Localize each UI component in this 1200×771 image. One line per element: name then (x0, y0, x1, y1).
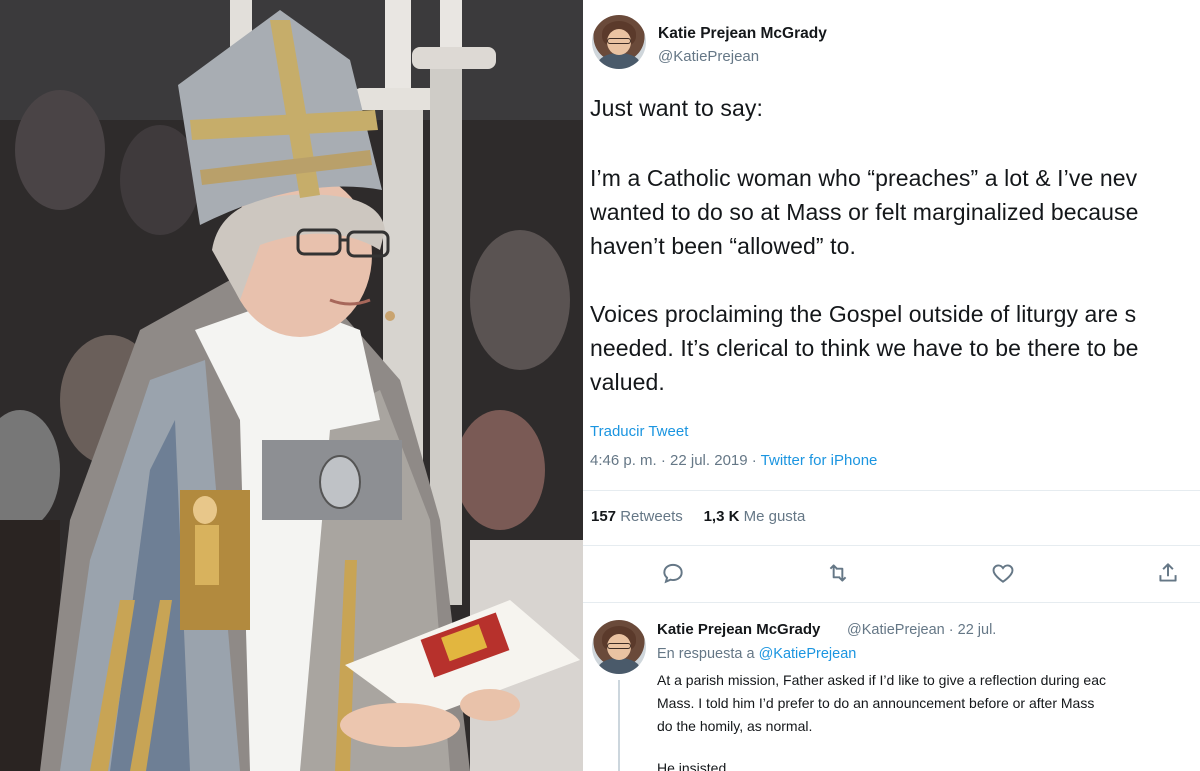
tweet-text-line: Just want to say: (590, 95, 763, 121)
tweet-text-line: wanted to do so at Mass or felt marginal… (590, 199, 1139, 225)
reply-author-name[interactable]: Katie Prejean McGrady (657, 621, 820, 638)
retweet-icon (829, 564, 847, 582)
in-reply-to: En respuesta a @KatiePrejean (657, 646, 856, 662)
reply-text-line: do the homily, as normal. (657, 718, 813, 734)
likes-stat[interactable]: 1,3 K Me gusta (704, 508, 806, 525)
timestamp-text[interactable]: 4:46 p. m. · 22 jul. 2019 · (590, 452, 761, 469)
divider (583, 490, 1200, 491)
tweet-text-line: I’m a Catholic woman who “preaches” a lo… (590, 165, 1138, 191)
reply-text-line: At a parish mission, Father asked if I’d… (657, 672, 1106, 688)
like-button[interactable] (990, 560, 1016, 586)
reply-text-line: Mass. I told him I’d prefer to do an ann… (657, 695, 1095, 711)
heart-icon (992, 564, 1014, 583)
thread-line (618, 680, 620, 771)
likes-count: 1,3 K (703, 508, 740, 525)
reply-button[interactable] (660, 560, 686, 586)
bishop-photo (0, 0, 583, 771)
bishop-photo-illustration (0, 0, 583, 771)
retweets-stat[interactable]: 157 Retweets (591, 508, 683, 525)
author-handle[interactable]: @KatiePrejean (658, 48, 759, 65)
share-icon (1159, 563, 1177, 582)
tweet-panel: Katie Prejean McGrady @KatiePrejean Just… (583, 0, 1200, 771)
translate-tweet-link[interactable]: Traducir Tweet (590, 423, 688, 440)
likes-label: Me gusta (743, 508, 806, 525)
tweet-text-line: needed. It’s clerical to think we have t… (590, 335, 1139, 361)
author-name[interactable]: Katie Prejean McGrady (658, 25, 827, 43)
tweet-text-line: Voices proclaiming the Gospel outside of… (590, 301, 1137, 327)
reply-author-avatar[interactable] (592, 620, 646, 674)
in-reply-prefix: En respuesta a (657, 646, 759, 662)
client-link[interactable]: Twitter for iPhone (761, 452, 878, 469)
divider (583, 602, 1200, 603)
reply-icon (663, 563, 683, 584)
reply-author-handle-date[interactable]: @KatiePrejean · 22 jul. (847, 622, 996, 638)
in-reply-handle-link[interactable]: @KatiePrejean (759, 646, 857, 662)
divider (583, 545, 1200, 546)
reply-text-line: He insisted. (657, 760, 731, 771)
tweet-stats: 157 Retweets 1,3 K Me gusta (591, 508, 805, 525)
tweet-text-line: valued. (590, 369, 665, 395)
retweets-count: 157 (591, 508, 617, 525)
retweet-button[interactable] (825, 560, 851, 586)
author-avatar[interactable] (592, 15, 646, 69)
retweets-label: Retweets (620, 508, 683, 525)
tweet-text-line: haven’t been “allowed” to. (590, 233, 856, 259)
tweet-timestamp: 4:46 p. m. · 22 jul. 2019 · Twitter for … (590, 452, 877, 469)
share-button[interactable] (1155, 560, 1181, 586)
